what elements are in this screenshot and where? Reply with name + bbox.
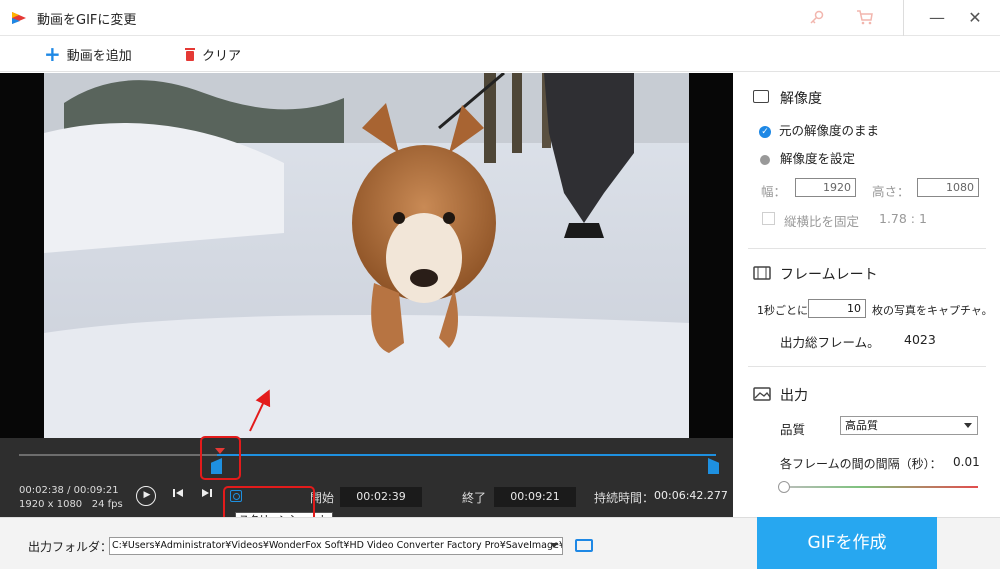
chevron-down-icon[interactable]	[550, 543, 558, 548]
aspect-lock-label: 縦横比を固定	[784, 214, 860, 229]
plus-icon: +	[44, 42, 61, 66]
check-icon: ✓	[759, 125, 771, 138]
resolution-section-title: 解像度	[780, 91, 822, 107]
framerate-prefix: 1秒ごとに	[757, 304, 808, 317]
end-label: 終了	[462, 491, 487, 505]
output-folder-path: C:¥Users¥Administrator¥Videos¥WonderFox …	[112, 540, 563, 551]
interval-value: 0.01	[953, 455, 980, 469]
duration-value: 00:06:42.277	[654, 489, 728, 502]
quality-select[interactable]: 高品質	[840, 416, 978, 435]
framerate-section-title: フレームレート	[780, 267, 878, 283]
add-video-button[interactable]: + 動画を追加	[44, 42, 132, 66]
timeline-trimmed-region	[19, 454, 217, 456]
duration-label: 持続時間：	[594, 491, 655, 505]
titlebar-divider	[903, 0, 904, 36]
width-input[interactable]: 1920	[795, 178, 856, 197]
section-divider	[748, 248, 986, 249]
video-meta: 1920 x 1080 24 fps	[19, 499, 123, 510]
film-icon	[753, 266, 771, 280]
video-frame	[44, 73, 689, 438]
height-input[interactable]: 1080	[917, 178, 979, 197]
keep-original-label: 元の解像度のまま	[779, 123, 880, 138]
framerate-suffix: 枚の写真をキャプチャ。	[872, 304, 993, 317]
height-label: 高さ：	[872, 184, 910, 199]
time-separator: /	[67, 485, 71, 496]
output-folder-field[interactable]: C:¥Users¥Administrator¥Videos¥WonderFox …	[109, 537, 563, 555]
clear-button[interactable]: クリア	[184, 45, 242, 64]
section-divider	[748, 366, 986, 367]
set-resolution-radio[interactable]: 解像度を設定	[759, 148, 855, 167]
app-logo-icon	[12, 12, 26, 24]
create-gif-button[interactable]: GIFを作成	[757, 517, 937, 569]
start-time-field[interactable]: 00:02:39	[340, 487, 422, 507]
key-icon[interactable]	[808, 9, 826, 27]
radio-off-icon	[760, 154, 770, 165]
keep-original-radio[interactable]: ✓ 元の解像度のまま	[759, 120, 879, 139]
trash-icon	[185, 48, 195, 61]
end-trim-handle[interactable]	[708, 458, 719, 474]
title-bar: 動画をGIFに変更 — ✕	[0, 0, 1000, 36]
output-folder-label: 出力フォルダ：	[28, 540, 113, 554]
cart-icon[interactable]	[856, 9, 874, 27]
time-readout: 00:02:38 / 00:09:21	[19, 485, 119, 496]
add-video-label: 動画を追加	[66, 48, 132, 64]
total-frames-value: 4023	[904, 332, 936, 347]
interval-slider-knob[interactable]	[778, 481, 790, 493]
skip-back-icon	[173, 489, 183, 497]
aspect-lock-checkbox[interactable]	[762, 212, 775, 225]
total-time: 00:09:21	[73, 485, 119, 496]
set-resolution-label: 解像度を設定	[780, 151, 856, 166]
video-fps: 24 fps	[91, 499, 123, 510]
folder-icon[interactable]	[575, 539, 593, 552]
current-time: 00:02:38	[19, 485, 64, 496]
toolbar: + 動画を追加 クリア	[0, 36, 1000, 72]
total-frames-label: 出力総フレーム。	[780, 335, 880, 350]
settings-panel	[733, 73, 1000, 517]
player-controls: 00:02:38 / 00:09:21 1920 x 1080 24 fps ▶…	[0, 438, 733, 517]
output-section-title: 出力	[780, 388, 808, 404]
minimize-button[interactable]: —	[924, 6, 950, 30]
interval-slider-track[interactable]	[782, 486, 978, 488]
end-time-field[interactable]: 00:09:21	[494, 487, 576, 507]
framerate-input[interactable]: 10	[808, 299, 866, 318]
previous-frame-button[interactable]	[172, 487, 184, 503]
aspect-value: 1.78 : 1	[879, 211, 927, 226]
interval-label: 各フレームの間の間隔（秒）：	[780, 457, 942, 471]
width-label: 幅：	[761, 184, 787, 199]
annotation-playhead-highlight	[200, 436, 241, 480]
quality-label: 品質	[780, 422, 806, 437]
close-button[interactable]: ✕	[962, 6, 988, 30]
skip-forward-icon	[202, 489, 212, 497]
resolution-icon	[753, 90, 769, 103]
window-title: 動画をGIFに変更	[37, 13, 137, 28]
quality-value: 高品質	[845, 419, 878, 432]
video-preview	[0, 73, 733, 438]
video-resolution: 1920 x 1080	[19, 499, 83, 510]
play-button[interactable]: ▶	[136, 486, 156, 506]
chevron-down-icon	[964, 423, 972, 428]
next-frame-button[interactable]	[201, 487, 213, 503]
clear-label: クリア	[202, 48, 242, 64]
image-output-icon	[753, 387, 771, 401]
